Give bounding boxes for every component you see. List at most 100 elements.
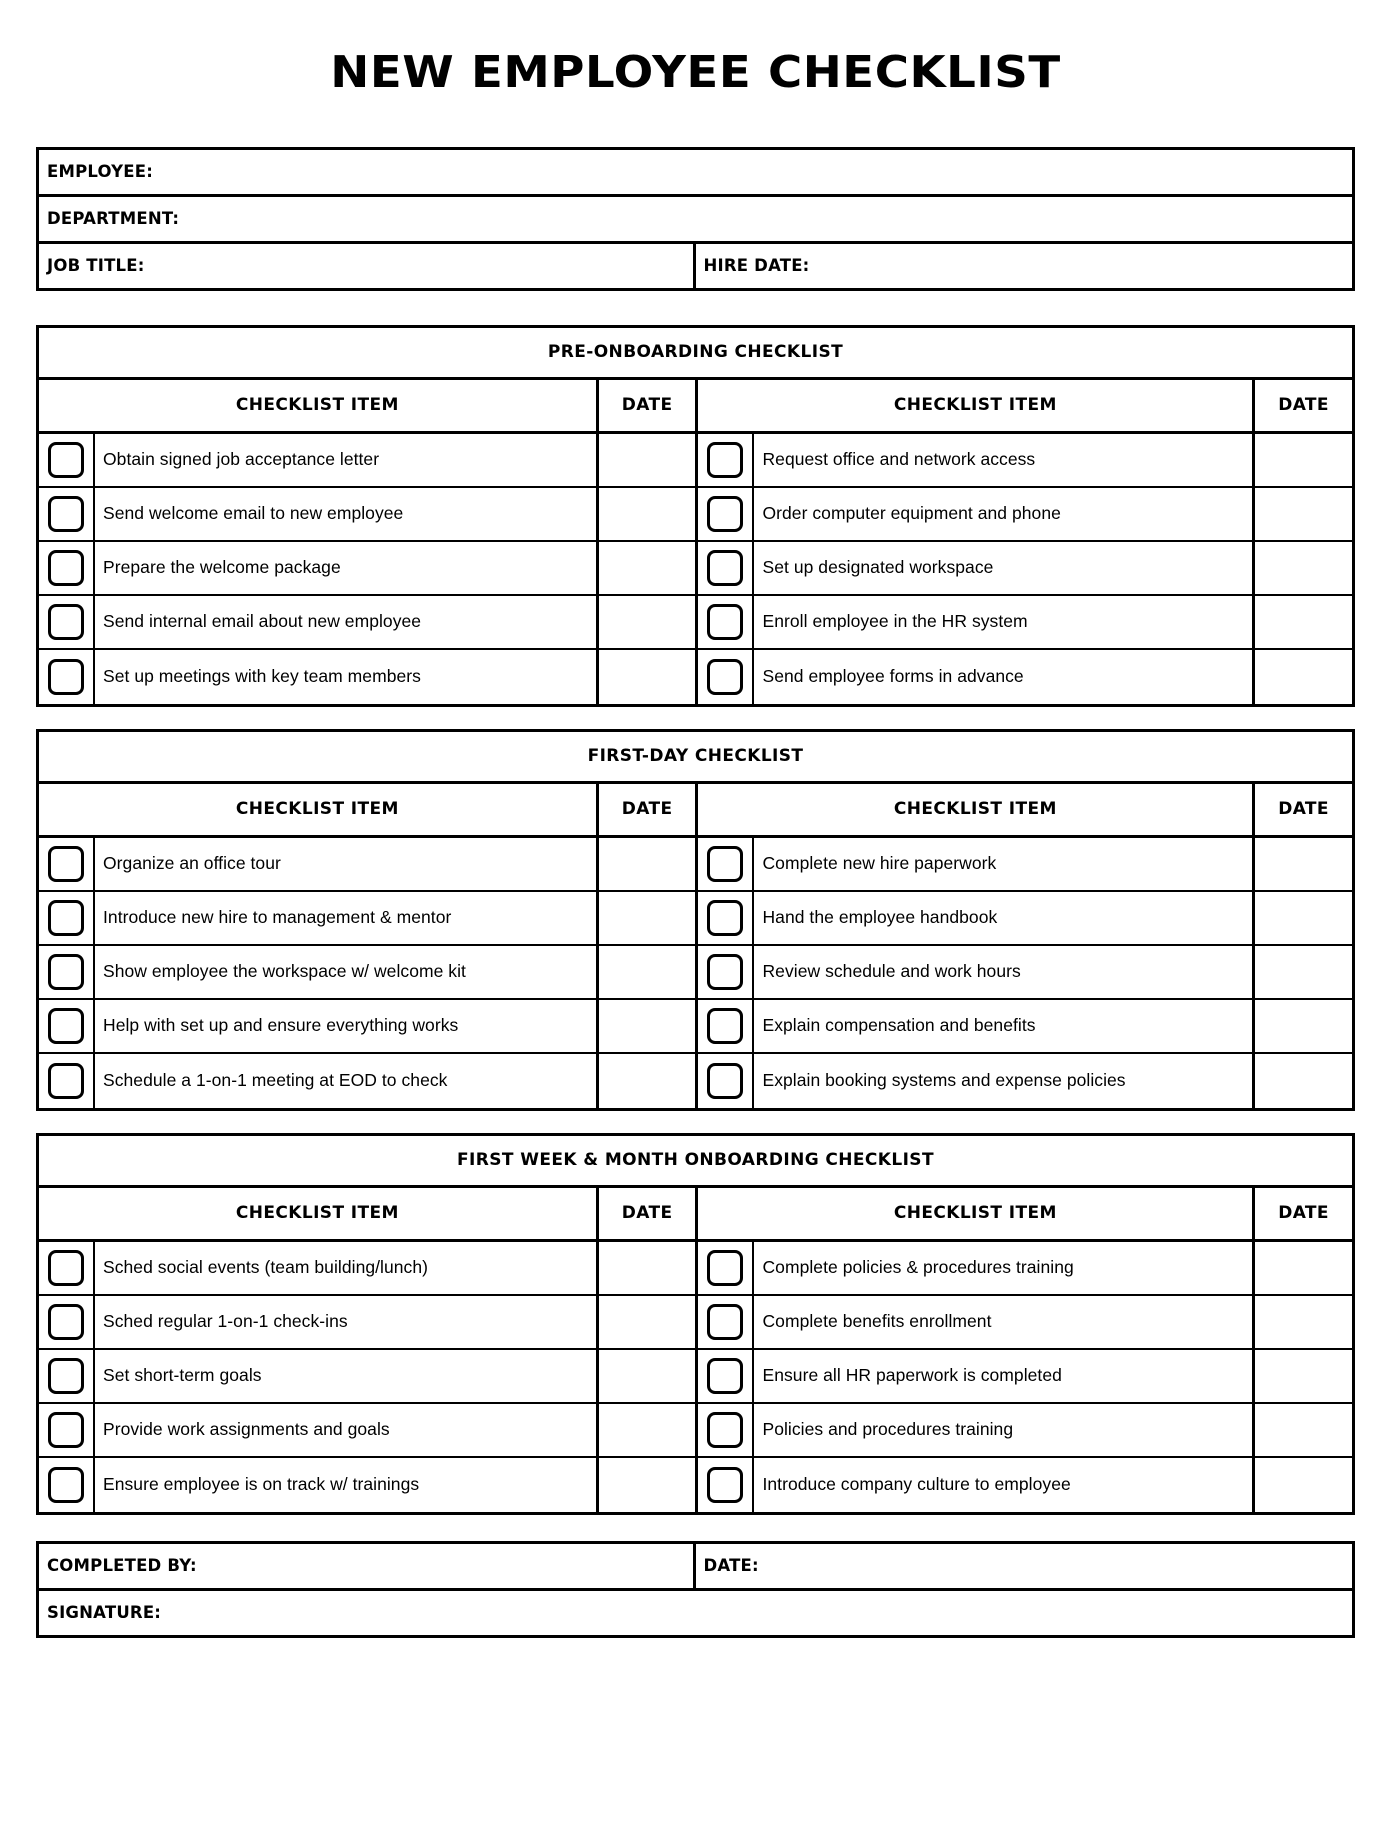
checkbox-icon[interactable] <box>48 1411 84 1448</box>
employee-field[interactable]: EMPLOYEE: <box>39 150 1352 194</box>
checklist-date-cell[interactable] <box>595 541 696 594</box>
checklist-date-cell[interactable] <box>1252 837 1352 890</box>
checkbox-icon[interactable] <box>48 1249 84 1286</box>
checkbox-icon[interactable] <box>48 953 84 990</box>
checkbox-icon[interactable] <box>707 899 744 936</box>
checkbox-cell[interactable] <box>39 433 95 486</box>
checklist-date-cell[interactable] <box>595 1403 696 1456</box>
checklist-date-cell[interactable] <box>595 999 696 1052</box>
checklist-date-cell[interactable] <box>595 595 696 648</box>
checklist-date-cell[interactable] <box>1252 433 1352 486</box>
checklist-date-cell[interactable] <box>595 1241 696 1294</box>
checkbox-icon[interactable] <box>48 603 84 640</box>
checkbox-icon[interactable] <box>707 1303 744 1340</box>
checkbox-cell[interactable] <box>698 945 755 998</box>
checkbox-icon[interactable] <box>707 441 744 478</box>
checkbox-cell[interactable] <box>698 1457 755 1512</box>
hire-date-field[interactable]: HIRE DATE: <box>696 244 1353 288</box>
checkbox-cell[interactable] <box>39 649 95 704</box>
checklist-date-cell[interactable] <box>1252 649 1352 704</box>
checklist-date-cell[interactable] <box>1252 891 1352 944</box>
checklist-date-cell[interactable] <box>1252 487 1352 540</box>
checklist-date-cell[interactable] <box>1252 1349 1352 1402</box>
checklist-date-cell[interactable] <box>1252 999 1352 1052</box>
checkbox-icon[interactable] <box>48 1062 84 1099</box>
checklist-date-cell[interactable] <box>1252 1053 1352 1108</box>
checkbox-cell[interactable] <box>698 1295 755 1348</box>
checkbox-cell[interactable] <box>39 837 95 890</box>
checklist-date-cell[interactable] <box>595 891 696 944</box>
checklist-date-cell[interactable] <box>595 1349 696 1402</box>
checkbox-cell[interactable] <box>698 487 755 540</box>
checkbox-icon[interactable] <box>707 495 744 532</box>
checkbox-cell[interactable] <box>39 945 95 998</box>
checkbox-cell[interactable] <box>39 487 95 540</box>
checkbox-cell[interactable] <box>39 595 95 648</box>
checkbox-icon[interactable] <box>707 845 744 882</box>
job-title-field[interactable]: JOB TITLE: <box>39 243 696 288</box>
checkbox-icon[interactable] <box>707 1357 744 1394</box>
checkbox-cell[interactable] <box>39 891 95 944</box>
checkbox-cell[interactable] <box>39 1349 95 1402</box>
checklist-date-cell[interactable] <box>1252 1457 1352 1512</box>
checkbox-cell[interactable] <box>39 1457 95 1512</box>
signature-field[interactable]: SIGNATURE: <box>39 1591 1352 1635</box>
checklist-date-cell[interactable] <box>595 1457 696 1512</box>
checkbox-cell[interactable] <box>698 999 755 1052</box>
checkbox-icon[interactable] <box>48 1303 84 1340</box>
checkbox-icon[interactable] <box>707 549 744 586</box>
checkbox-cell[interactable] <box>698 649 755 704</box>
checkbox-cell[interactable] <box>698 1349 755 1402</box>
checkbox-cell[interactable] <box>698 1241 755 1294</box>
checkbox-icon[interactable] <box>707 1007 744 1044</box>
completed-by-field[interactable]: COMPLETED BY: <box>39 1543 696 1588</box>
checklist-date-cell[interactable] <box>1252 945 1352 998</box>
checkbox-icon[interactable] <box>48 1007 84 1044</box>
checkbox-icon[interactable] <box>707 1466 744 1503</box>
checkbox-cell[interactable] <box>698 1403 755 1456</box>
checklist-date-cell[interactable] <box>595 487 696 540</box>
checkbox-icon[interactable] <box>48 1357 84 1394</box>
checkbox-icon[interactable] <box>48 899 84 936</box>
checkbox-icon[interactable] <box>707 953 744 990</box>
checkbox-cell[interactable] <box>39 1053 95 1108</box>
checklist-date-cell[interactable] <box>1252 1403 1352 1456</box>
checkbox-cell[interactable] <box>698 541 755 594</box>
column-header-item: CHECKLIST ITEM <box>695 783 1252 835</box>
checkbox-cell[interactable] <box>39 1241 95 1294</box>
checkbox-cell[interactable] <box>39 541 95 594</box>
checklist-date-cell[interactable] <box>595 649 696 704</box>
checkbox-icon[interactable] <box>48 1466 84 1503</box>
column-header-date: DATE <box>595 783 696 835</box>
checklist-date-cell[interactable] <box>1252 595 1352 648</box>
completion-date-field[interactable]: DATE: <box>696 1544 1353 1588</box>
checklist-date-cell[interactable] <box>1252 1241 1352 1294</box>
checkbox-cell[interactable] <box>698 1053 755 1108</box>
checkbox-icon[interactable] <box>48 549 84 586</box>
checkbox-icon[interactable] <box>48 495 84 532</box>
checkbox-icon[interactable] <box>707 1249 744 1286</box>
checklist-date-cell[interactable] <box>595 433 696 486</box>
checklist-date-cell[interactable] <box>595 1295 696 1348</box>
checklist-date-cell[interactable] <box>595 945 696 998</box>
checkbox-icon[interactable] <box>48 658 84 695</box>
checkbox-cell[interactable] <box>39 1295 95 1348</box>
checklist-date-cell[interactable] <box>595 837 696 890</box>
department-field[interactable]: DEPARTMENT: <box>39 197 1352 241</box>
checkbox-icon[interactable] <box>48 845 84 882</box>
checkbox-cell[interactable] <box>698 433 755 486</box>
checkbox-icon[interactable] <box>48 441 84 478</box>
checklist-date-cell[interactable] <box>595 1053 696 1108</box>
checkbox-cell[interactable] <box>698 837 755 890</box>
checklist-date-cell[interactable] <box>1252 541 1352 594</box>
checkbox-cell[interactable] <box>39 1403 95 1456</box>
checkbox-icon[interactable] <box>707 1062 744 1099</box>
checkbox-cell[interactable] <box>698 595 755 648</box>
checkbox-icon[interactable] <box>707 1411 744 1448</box>
checkbox-icon[interactable] <box>707 603 744 640</box>
checkbox-cell[interactable] <box>39 999 95 1052</box>
checkbox-cell[interactable] <box>698 891 755 944</box>
checklist-section: FIRST-DAY CHECKLIST CHECKLIST ITEM DATE CHE… <box>36 728 1355 1111</box>
checkbox-icon[interactable] <box>707 658 744 695</box>
checklist-date-cell[interactable] <box>1252 1295 1352 1348</box>
